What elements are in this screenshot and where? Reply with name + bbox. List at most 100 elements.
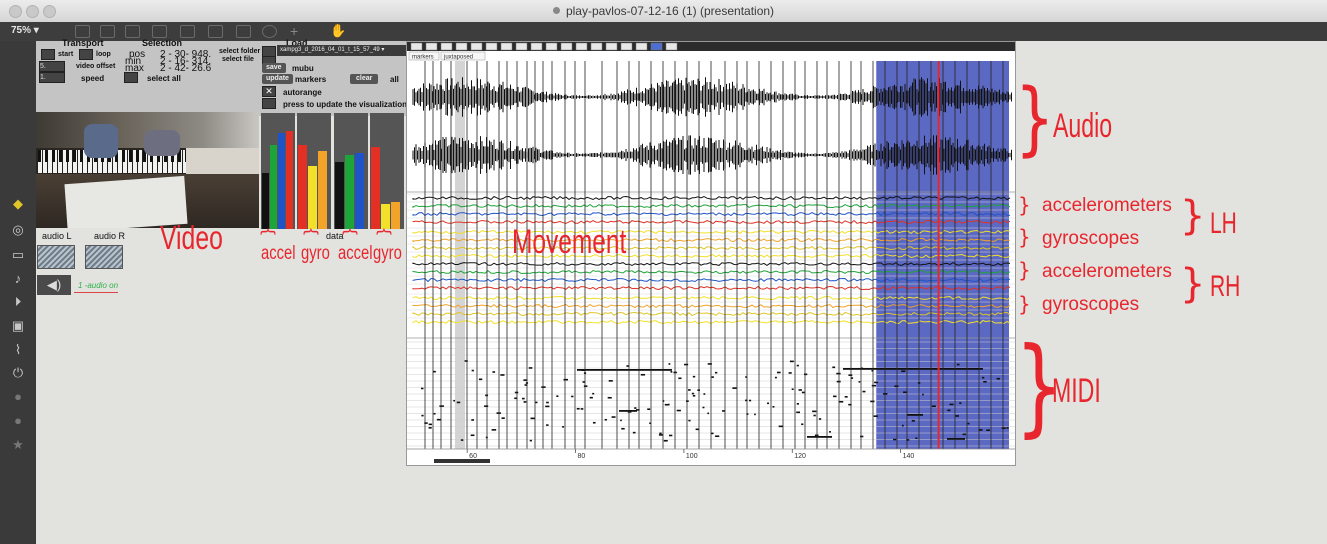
midi-note: [695, 428, 699, 431]
midi-note: [836, 372, 841, 375]
midi-note: [714, 371, 718, 374]
note-icon[interactable]: ♪: [9, 271, 27, 287]
video-offset-number[interactable]: 5.: [39, 61, 65, 72]
hand-icon[interactable]: ✋: [330, 23, 346, 39]
play-step-icon[interactable]: ⏵: [9, 294, 27, 310]
midi-note: [931, 405, 936, 408]
viz-tool-icon: [470, 42, 483, 51]
start-label: start: [58, 51, 74, 58]
file-dropdown[interactable]: xampg3_d_2016_04_01_t_15_57_49 ▾: [277, 45, 407, 56]
midi-note: [632, 431, 636, 434]
audio-l-meter[interactable]: [37, 245, 75, 269]
loop-toggle[interactable]: [79, 49, 93, 60]
midi-note: [911, 420, 915, 422]
star-icon[interactable]: ★: [9, 437, 27, 453]
close-box-icon[interactable]: [152, 25, 167, 38]
viz-tool-icon: [590, 42, 603, 51]
audio-on-text: 1 -audio on: [78, 281, 119, 290]
select-all-label: select all: [147, 74, 181, 83]
midi-note: [871, 384, 877, 387]
plug-icon[interactable]: ⏻: [9, 365, 27, 381]
mubu-visualization[interactable]: markers juxtaposed 60 80 100 120 140: [406, 41, 1016, 466]
select-file-label[interactable]: select file: [222, 56, 254, 63]
video-offset-value: 5.: [40, 63, 46, 70]
midi-note: [707, 412, 710, 415]
midi-note: [833, 395, 837, 398]
viz-toolbar: [407, 42, 1015, 51]
target-icon[interactable]: ◎: [9, 222, 27, 238]
midi-note: [949, 403, 954, 406]
midi-note: [545, 405, 550, 408]
document-icon: [552, 7, 560, 14]
comment-icon[interactable]: [125, 25, 140, 38]
midi-note: [722, 410, 726, 412]
midi-note: [592, 392, 595, 395]
meter-bar: [286, 131, 293, 229]
brace-rh: }: [1180, 261, 1206, 307]
image-icon[interactable]: ▣: [9, 318, 27, 334]
cube-icon[interactable]: ◆: [9, 196, 27, 212]
start-button[interactable]: [41, 49, 55, 60]
midi-note: [789, 360, 794, 363]
video-view[interactable]: [36, 112, 259, 228]
midi-note: [589, 396, 593, 399]
midi-note: [500, 374, 505, 376]
midi-note-long: [577, 369, 672, 371]
midi-note: [915, 437, 918, 440]
horizontal-scrollbar: [434, 459, 490, 463]
keyboard-icon[interactable]: ▭: [9, 247, 27, 263]
midi-note: [684, 363, 689, 366]
sensor-meter-2: [297, 113, 331, 229]
viz-tool-icon: [515, 42, 528, 51]
midi-note: [667, 403, 670, 406]
midi-note: [873, 415, 878, 417]
update-button[interactable]: update: [262, 74, 293, 84]
select-folder-label[interactable]: select folder: [219, 48, 260, 55]
visualization-canvas[interactable]: markers juxtaposed 60 80 100 120 140: [407, 42, 1015, 465]
midi-note: [870, 400, 875, 403]
midi-note: [663, 439, 668, 442]
video-annotation: Video: [160, 219, 223, 256]
meter-bar: [335, 162, 344, 229]
viz-tool-icon: [425, 42, 438, 51]
midi-note: [774, 376, 777, 379]
add-icon[interactable]: +: [290, 23, 298, 39]
grid-icon[interactable]: [100, 25, 115, 38]
info-circle-icon[interactable]: ●: [9, 413, 27, 429]
audio-r-meter[interactable]: [85, 245, 123, 269]
save-button[interactable]: save: [262, 63, 286, 73]
speed-label: speed: [81, 74, 105, 83]
clear-button[interactable]: clear: [350, 74, 379, 84]
gauge-icon[interactable]: [262, 25, 277, 38]
play-box-icon[interactable]: [208, 25, 223, 38]
viz-tool-icon: [605, 42, 618, 51]
viz-tool-icon: [665, 42, 678, 51]
midi-note-long: [807, 436, 832, 438]
circle-icon[interactable]: ●: [9, 389, 27, 405]
midi-note: [501, 417, 505, 419]
speed-number[interactable]: 1.: [39, 72, 65, 83]
midi-note: [529, 439, 532, 442]
zoom-dropdown[interactable]: 75% ▾: [11, 25, 39, 36]
autorange-checkbox[interactable]: ✕: [262, 86, 276, 97]
sensor-meter-3: [334, 113, 368, 229]
meter-bar: [318, 151, 327, 229]
midi-note: [812, 410, 817, 413]
midi-note: [620, 419, 622, 422]
midi-note: [983, 380, 987, 383]
screen-icon[interactable]: [236, 25, 251, 38]
midi-note: [530, 417, 535, 420]
presentation-icon[interactable]: [180, 25, 195, 38]
lock-icon[interactable]: [75, 25, 90, 38]
midi-note: [703, 393, 706, 395]
paperclip-icon[interactable]: ⌇: [9, 342, 27, 358]
viz-tool-icon: [575, 42, 588, 51]
midi-note-long: [947, 438, 965, 440]
viz-tool-icon: [620, 42, 633, 51]
audio-on-button[interactable]: ◀): [37, 275, 71, 295]
midi-note: [947, 409, 951, 412]
viz-tool-icon: [530, 42, 543, 51]
midi-note: [818, 418, 822, 420]
brace-accel-lh: }: [1018, 193, 1031, 217]
update-visualization-button[interactable]: [262, 98, 276, 109]
